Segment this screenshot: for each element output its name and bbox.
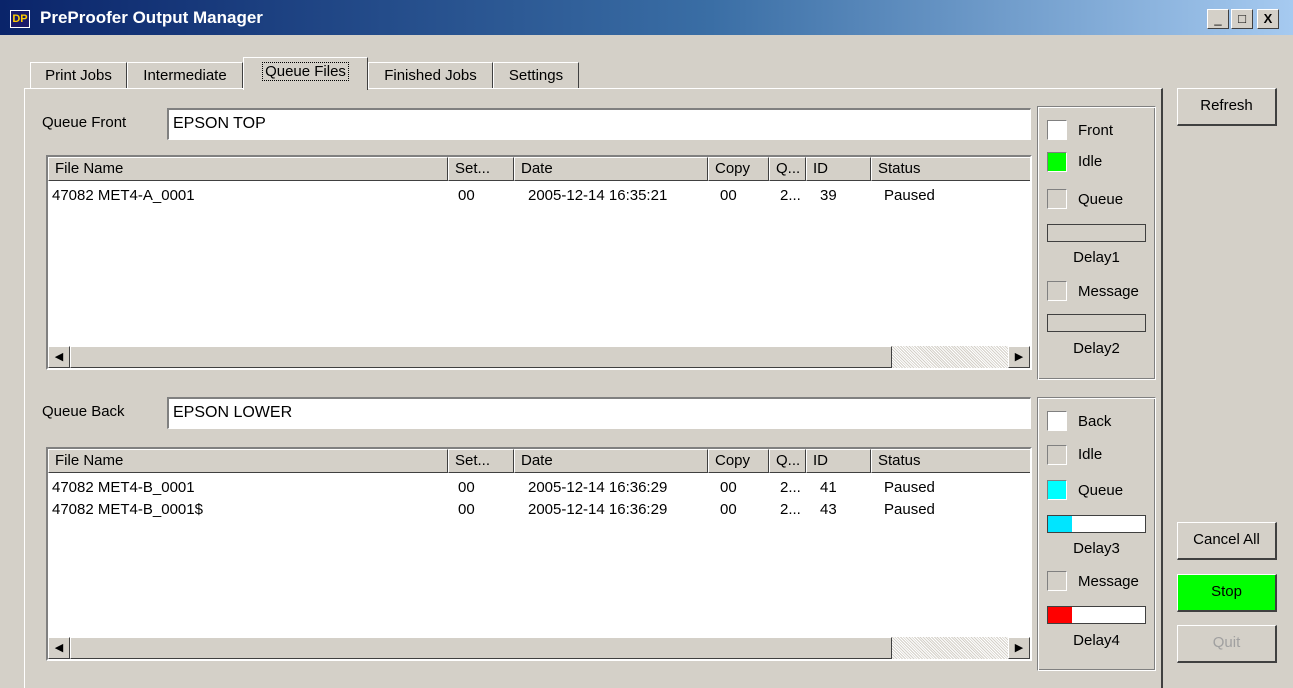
front-delay1-bar: [1047, 224, 1146, 242]
cell-queue: 2...: [780, 501, 801, 518]
front-delay2-label: Delay2: [1073, 340, 1120, 357]
back-idle-label: Idle: [1078, 446, 1103, 463]
back-delay4-fill: [1048, 607, 1073, 623]
front-side-label: Front: [1078, 122, 1114, 139]
back-message-indicator: [1047, 571, 1067, 591]
stop-button[interactable]: Stop: [1177, 574, 1277, 612]
column-header-date[interactable]: Date: [514, 157, 708, 181]
queue-front-label: Queue Front: [42, 114, 127, 131]
front-idle-label: Idle: [1078, 153, 1103, 170]
front-queue-indicator: [1047, 189, 1067, 209]
back-delay4-bar: [1047, 606, 1146, 624]
back-message-label: Message: [1078, 573, 1139, 590]
back-status-group: [1037, 397, 1156, 671]
front-message-indicator: [1047, 281, 1067, 301]
cell-status: Paused: [884, 479, 935, 496]
front-idle-indicator: [1047, 152, 1067, 172]
back-queue-label: Queue: [1078, 482, 1124, 499]
cell-copy: 00: [720, 501, 737, 518]
scroll-thumb[interactable]: [70, 346, 892, 368]
front-queue-label: Queue: [1078, 191, 1124, 208]
column-header-status[interactable]: Status: [871, 449, 1030, 473]
cell-date: 2005-12-14 16:35:21: [528, 187, 668, 204]
back-queue-indicator: [1047, 480, 1067, 500]
queue-back-list[interactable]: File Name Set... Date Copy Q... ID Statu…: [46, 447, 1032, 661]
column-header-id[interactable]: ID: [806, 449, 871, 473]
column-header-file-name[interactable]: File Name: [48, 449, 448, 473]
cell-set: 00: [458, 187, 475, 204]
cell-status: Paused: [884, 501, 935, 518]
column-header-queue[interactable]: Q...: [769, 449, 806, 473]
scroll-thumb[interactable]: [70, 637, 892, 659]
column-header-set[interactable]: Set...: [448, 449, 514, 473]
column-header-status[interactable]: Status: [871, 157, 1030, 181]
tab-finished-jobs[interactable]: Finished Jobs: [368, 62, 493, 89]
column-header-id[interactable]: ID: [806, 157, 871, 181]
queue-back-label: Queue Back: [42, 403, 125, 420]
cell-set: 00: [458, 501, 475, 518]
tab-print-jobs[interactable]: Print Jobs: [30, 62, 127, 89]
cell-copy: 00: [720, 187, 737, 204]
queue-front-field[interactable]: EPSON TOP: [167, 108, 1031, 140]
app-icon[interactable]: DP: [10, 10, 30, 28]
tab-intermediate[interactable]: Intermediate: [127, 62, 243, 89]
back-delay3-fill: [1048, 516, 1073, 532]
column-header-date[interactable]: Date: [514, 449, 708, 473]
tab-queue-files-label: Queue Files: [262, 62, 349, 81]
back-delay3-label: Delay3: [1073, 540, 1120, 557]
close-button[interactable]: X: [1257, 9, 1279, 29]
column-header-file-name[interactable]: File Name: [48, 157, 448, 181]
scroll-right-button[interactable]: ▶: [1008, 346, 1030, 368]
front-status-group: [1037, 106, 1156, 380]
front-message-label: Message: [1078, 283, 1139, 300]
column-header-copy[interactable]: Copy: [708, 157, 769, 181]
front-delay2-bar: [1047, 314, 1146, 332]
front-side-indicator: [1047, 120, 1067, 140]
front-delay1-label: Delay1: [1073, 249, 1120, 266]
column-header-set[interactable]: Set...: [448, 157, 514, 181]
back-side-indicator: [1047, 411, 1067, 431]
back-delay4-label: Delay4: [1073, 632, 1120, 649]
queue-front-list[interactable]: File Name Set... Date Copy Q... ID Statu…: [46, 155, 1032, 370]
cell-file-name: 47082 MET4-A_0001: [52, 187, 195, 204]
scroll-track[interactable]: [892, 637, 1008, 659]
quit-button[interactable]: Quit: [1177, 625, 1277, 663]
tab-queue-files[interactable]: Queue Files: [243, 57, 368, 90]
minimize-button[interactable]: _: [1207, 9, 1229, 29]
cell-id: 39: [820, 187, 837, 204]
back-idle-indicator: [1047, 445, 1067, 465]
scroll-right-button[interactable]: ▶: [1008, 637, 1030, 659]
cell-set: 00: [458, 479, 475, 496]
cell-date: 2005-12-14 16:36:29: [528, 501, 668, 518]
queue-front-hscrollbar[interactable]: ◀ ▶: [48, 346, 1030, 368]
window-title: PreProofer Output Manager: [40, 8, 263, 27]
back-delay3-bar: [1047, 515, 1146, 533]
scroll-track[interactable]: [892, 346, 1008, 368]
cell-file-name: 47082 MET4-B_0001$: [52, 501, 203, 518]
cell-status: Paused: [884, 187, 935, 204]
cell-id: 43: [820, 501, 837, 518]
cell-queue: 2...: [780, 479, 801, 496]
maximize-button[interactable]: □: [1231, 9, 1253, 29]
tab-settings[interactable]: Settings: [493, 62, 579, 89]
column-header-queue[interactable]: Q...: [769, 157, 806, 181]
cell-copy: 00: [720, 479, 737, 496]
cancel-all-button[interactable]: Cancel All: [1177, 522, 1277, 560]
back-side-label: Back: [1078, 413, 1112, 430]
column-header-copy[interactable]: Copy: [708, 449, 769, 473]
refresh-button[interactable]: Refresh: [1177, 88, 1277, 126]
cell-date: 2005-12-14 16:36:29: [528, 479, 668, 496]
cell-file-name: 47082 MET4-B_0001: [52, 479, 195, 496]
scroll-left-button[interactable]: ◀: [48, 346, 70, 368]
queue-back-hscrollbar[interactable]: ◀ ▶: [48, 637, 1030, 659]
scroll-left-button[interactable]: ◀: [48, 637, 70, 659]
cell-queue: 2...: [780, 187, 801, 204]
cell-id: 41: [820, 479, 837, 496]
queue-back-field[interactable]: EPSON LOWER: [167, 397, 1031, 429]
